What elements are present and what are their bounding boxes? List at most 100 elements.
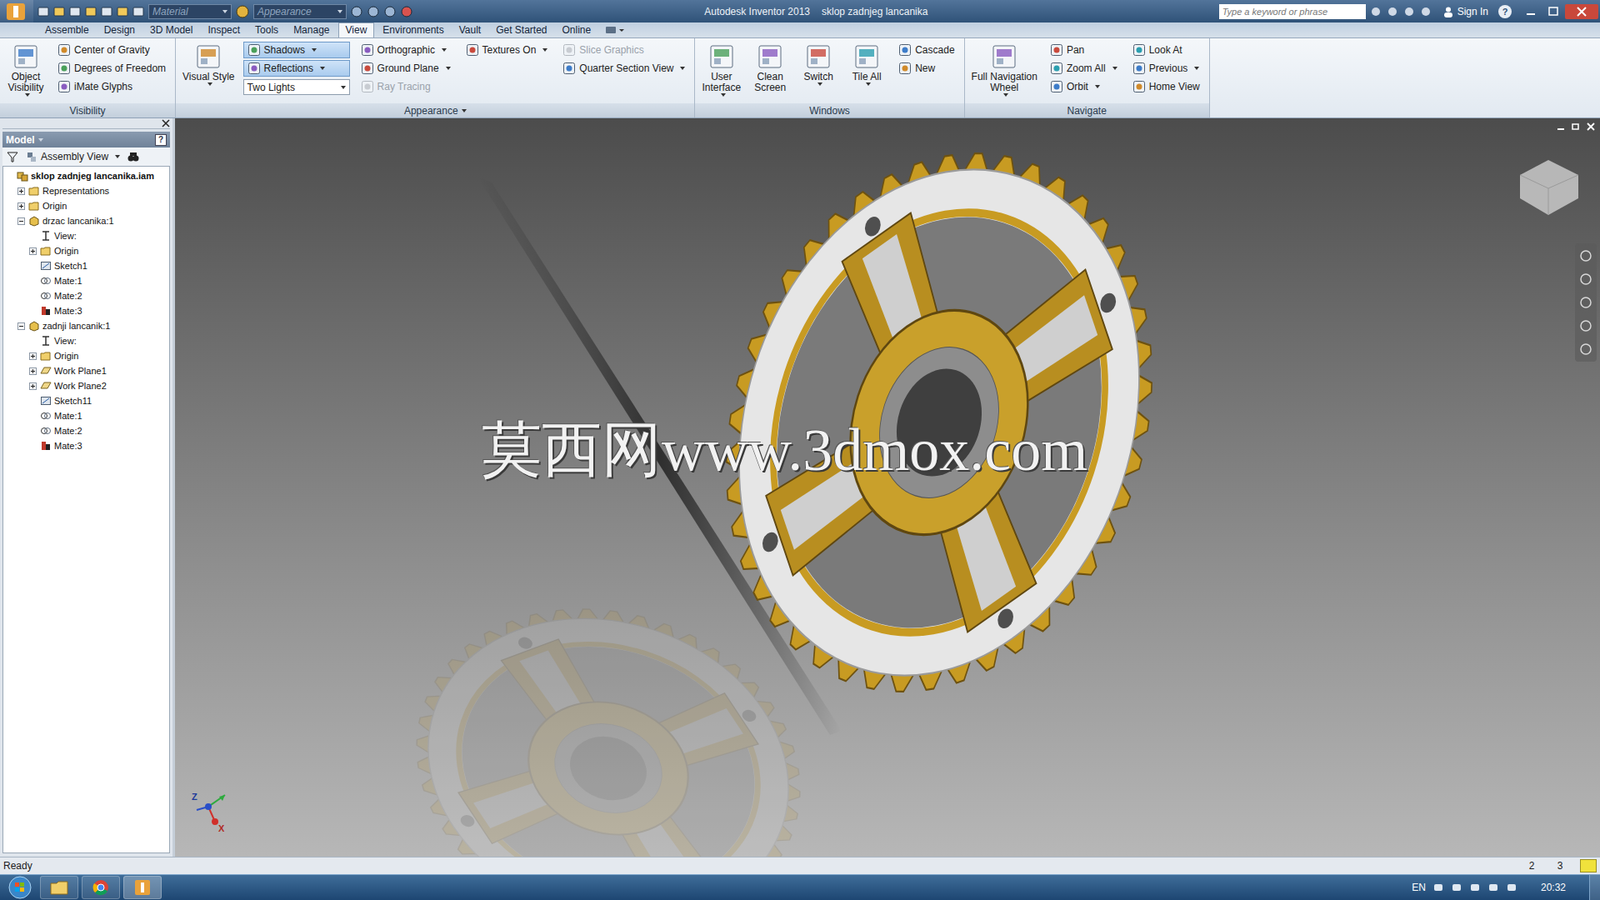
ribbon-tab[interactable]: Get Started <box>489 23 554 38</box>
infocenter-icon[interactable] <box>1369 5 1383 19</box>
tree-node[interactable]: View: <box>3 228 170 244</box>
find-icon[interactable] <box>126 150 140 164</box>
large-button[interactable]: Tile All <box>845 41 888 88</box>
toolbar-icon[interactable] <box>36 5 50 19</box>
tree-node[interactable]: Mate:3 <box>3 438 170 454</box>
small-button[interactable]: iMate Glyphs <box>53 78 170 95</box>
small-button[interactable]: Cascade <box>894 41 959 59</box>
small-button[interactable]: Degrees of Freedom <box>53 60 170 77</box>
app-menu-button[interactable] <box>0 0 34 23</box>
close-icon[interactable] <box>1585 121 1597 132</box>
minimize-icon[interactable] <box>1555 121 1567 132</box>
taskbar-app[interactable] <box>81 875 120 900</box>
tree-node[interactable]: sklop zadnjeg lancanika.iam <box>3 168 170 184</box>
small-button[interactable]: Shadows <box>243 41 350 59</box>
maximize-icon[interactable] <box>1542 4 1565 20</box>
tray-icon[interactable] <box>1469 881 1481 894</box>
tree-node[interactable]: Origin <box>3 348 170 364</box>
expand-toggle[interactable] <box>17 322 25 330</box>
tray-icon[interactable] <box>1432 881 1445 894</box>
toolbar-icon[interactable] <box>131 5 145 19</box>
material-combo[interactable]: Material <box>148 4 232 20</box>
ribbon-tab[interactable]: Inspect <box>200 23 247 38</box>
nav-tool-icon[interactable] <box>1578 295 1594 310</box>
minimize-icon[interactable] <box>1520 4 1542 20</box>
expand-toggle[interactable] <box>17 187 25 195</box>
tree-node[interactable]: Mate:2 <box>3 423 170 439</box>
tree-node[interactable]: Representations <box>3 183 170 199</box>
start-button[interactable] <box>3 875 37 900</box>
small-button[interactable]: Home View <box>1128 78 1205 95</box>
language-indicator[interactable]: EN <box>1411 881 1426 894</box>
large-button[interactable]: Visual Style <box>180 41 236 88</box>
clock[interactable]: 20:32 <box>1540 881 1566 894</box>
help-button[interactable]: ? <box>1498 5 1512 19</box>
tray-icon[interactable] <box>1487 881 1500 894</box>
small-button[interactable]: Pan <box>1045 41 1122 59</box>
show-desktop-button[interactable] <box>1589 875 1600 900</box>
nav-tool-icon[interactable] <box>1578 248 1594 264</box>
tree-node[interactable]: Mate:2 <box>3 288 170 304</box>
ribbon-tab[interactable]: Environments <box>375 23 450 38</box>
lighting-combo[interactable]: Two Lights <box>243 79 350 95</box>
toolbar-icon[interactable] <box>366 5 380 19</box>
ribbon-tab[interactable]: Design <box>97 23 142 38</box>
graphics-window[interactable]: 莫西网www.3dmox.comZX <box>175 118 1600 857</box>
tree-node[interactable]: Origin <box>3 198 170 214</box>
toolbar-icon[interactable] <box>68 5 82 19</box>
close-icon[interactable] <box>161 119 170 128</box>
tree-node[interactable]: View: <box>3 333 170 349</box>
ribbon-tab[interactable]: Vault <box>452 23 488 38</box>
small-button[interactable]: Ground Plane <box>356 60 455 77</box>
expand-toggle[interactable] <box>17 217 25 225</box>
expand-toggle[interactable] <box>17 202 25 210</box>
small-button[interactable]: Previous <box>1128 60 1205 77</box>
tree-node[interactable]: Mate:1 <box>3 273 170 289</box>
large-button[interactable]: Switch <box>797 41 840 88</box>
restore-icon[interactable] <box>1570 121 1582 132</box>
small-button[interactable]: Center of Gravity <box>53 41 170 59</box>
small-button[interactable]: Reflections <box>243 60 350 77</box>
toolbar-icon[interactable] <box>84 5 98 19</box>
tab-options-icon[interactable] <box>604 24 626 36</box>
tree-node[interactable]: drzac lancanika:1 <box>3 213 170 229</box>
view-mode-dropdown[interactable]: Assembly View <box>25 150 120 163</box>
close-icon[interactable] <box>1565 4 1599 20</box>
small-button[interactable]: Quarter Section View <box>558 60 690 77</box>
ribbon-tab[interactable]: Online <box>555 23 599 38</box>
expand-toggle[interactable] <box>29 382 37 390</box>
sign-in-button[interactable]: Sign In <box>1435 5 1495 18</box>
tray-icon[interactable] <box>1450 881 1463 894</box>
expand-toggle[interactable] <box>29 247 37 255</box>
toolbar-icon[interactable] <box>100 5 114 19</box>
nav-tool-icon[interactable] <box>1578 271 1594 287</box>
taskbar-app[interactable] <box>40 875 79 900</box>
filter-icon[interactable] <box>5 150 20 164</box>
tree-node[interactable]: Sketch1 <box>3 258 170 274</box>
toolbar-icon[interactable] <box>52 5 66 19</box>
small-button[interactable]: Zoom All <box>1045 60 1122 77</box>
toolbar-icon[interactable] <box>115 5 130 19</box>
taskbar-app[interactable] <box>123 875 162 900</box>
large-button[interactable]: Object Visibility <box>5 41 47 99</box>
toolbar-icon[interactable] <box>383 5 397 19</box>
large-button[interactable]: Clean Screen <box>749 41 791 95</box>
ribbon-tab[interactable]: Assemble <box>38 23 96 38</box>
sprocket-model[interactable] <box>175 118 1599 857</box>
nav-tool-icon[interactable] <box>1578 341 1594 357</box>
infocenter-icon[interactable] <box>1402 5 1416 19</box>
tree-node[interactable]: Work Plane1 <box>3 363 170 379</box>
large-button[interactable]: User Interface <box>700 41 743 99</box>
tree-node[interactable]: Sketch11 <box>3 393 170 409</box>
tree-node[interactable]: Mate:3 <box>3 303 170 319</box>
ribbon-tab[interactable]: Manage <box>286 23 336 38</box>
browser-menu[interactable]: Model <box>5 134 44 146</box>
expand-toggle[interactable] <box>29 352 37 360</box>
search-field[interactable]: Type a keyword or phrase <box>1219 4 1366 20</box>
ribbon-tab[interactable]: View <box>338 22 375 38</box>
toolbar-icon[interactable] <box>350 5 364 19</box>
appearance-combo[interactable]: Appearance <box>253 4 347 20</box>
small-button[interactable]: Orthographic <box>356 41 455 59</box>
small-button[interactable]: Orbit <box>1045 78 1122 95</box>
viewcube-icon[interactable] <box>1510 151 1585 219</box>
